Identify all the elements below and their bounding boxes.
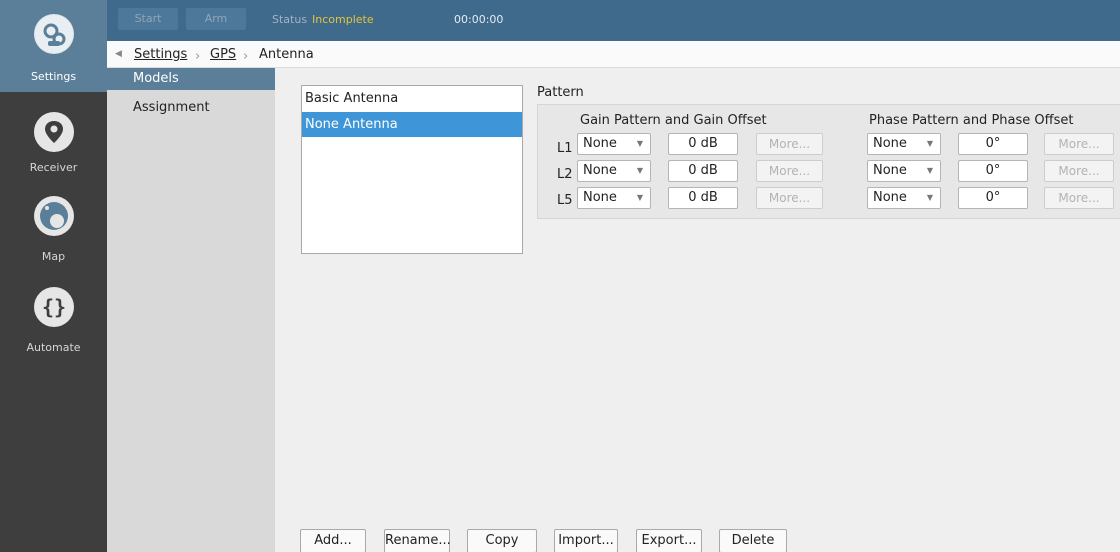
copy-button[interactable]: Copy (467, 529, 537, 552)
gain-offset-field[interactable]: 0 dB (668, 133, 738, 155)
chevron-down-icon: ▼ (926, 139, 933, 148)
phase-offset-field[interactable]: 0° (958, 187, 1028, 209)
phase-more-button[interactable]: More... (1044, 133, 1114, 155)
breadcrumb-settings[interactable]: Settings (134, 47, 187, 62)
gain-pattern-value: None (583, 190, 617, 205)
gain-pattern-value: None (583, 136, 617, 151)
chevron-down-icon: ▼ (636, 139, 643, 148)
phase-pattern-select[interactable]: None ▼ (867, 133, 941, 155)
chevron-down-icon: ▼ (636, 193, 643, 202)
row-label-l2: L2 (557, 167, 573, 182)
delete-button[interactable]: Delete (719, 529, 787, 552)
gain-more-button[interactable]: More... (756, 187, 823, 209)
phase-pattern-select[interactable]: None ▼ (867, 160, 941, 182)
submenu-models[interactable]: Models (107, 68, 275, 90)
nav-map[interactable]: Map (0, 194, 107, 274)
breadcrumb-gps[interactable]: GPS (210, 47, 236, 62)
status-value: Incomplete (312, 13, 374, 26)
nav-map-label: Map (41, 250, 66, 263)
gain-header: Gain Pattern and Gain Offset (580, 113, 767, 128)
phase-offset-field[interactable]: 0° (958, 133, 1028, 155)
submenu-assignment[interactable]: Assignment (107, 96, 275, 120)
chevron-down-icon: ▼ (926, 166, 933, 175)
add-button[interactable]: Add... (300, 529, 366, 552)
gain-offset-field[interactable]: 0 dB (668, 187, 738, 209)
list-item[interactable]: Basic Antenna (302, 86, 522, 111)
phase-more-button[interactable]: More... (1044, 187, 1114, 209)
gear-icon (34, 14, 74, 54)
list-item[interactable]: None Antenna (302, 112, 522, 137)
phase-offset-field[interactable]: 0° (958, 160, 1028, 182)
phase-pattern-value: None (873, 190, 907, 205)
nav-settings-label: Settings (30, 70, 77, 83)
chevron-down-icon: ▼ (926, 193, 933, 202)
back-arrow-icon[interactable]: ◀ (115, 49, 122, 59)
nav-settings[interactable]: Settings (0, 0, 107, 92)
gain-pattern-value: None (583, 163, 617, 178)
status-label: Status (272, 13, 308, 26)
export-button[interactable]: Export... (636, 529, 702, 552)
timer: 00:00:00 (454, 13, 504, 26)
left-navigation: Settings Receiver Map {} Automate (0, 0, 107, 552)
gain-offset-field[interactable]: 0 dB (668, 160, 738, 182)
arm-button[interactable]: Arm (186, 8, 246, 30)
chevron-down-icon: ▼ (636, 166, 643, 175)
globe-icon (34, 196, 74, 236)
start-button[interactable]: Start (118, 8, 178, 30)
settings-submenu: Models Assignment (107, 68, 275, 552)
gain-pattern-select[interactable]: None ▼ (577, 187, 651, 209)
antenna-list[interactable]: Basic Antenna None Antenna (301, 85, 523, 254)
import-button[interactable]: Import... (554, 529, 618, 552)
top-toolbar: Start Arm Status Incomplete 00:00:00 (107, 0, 1120, 41)
gain-pattern-select[interactable]: None ▼ (577, 160, 651, 182)
phase-pattern-value: None (873, 136, 907, 151)
phase-pattern-value: None (873, 163, 907, 178)
gain-more-button[interactable]: More... (756, 133, 823, 155)
gain-pattern-select[interactable]: None ▼ (577, 133, 651, 155)
nav-automate[interactable]: {} Automate (0, 285, 107, 365)
svg-text:{}: {} (42, 295, 66, 319)
gain-more-button[interactable]: More... (756, 160, 823, 182)
row-label-l5: L5 (557, 193, 573, 208)
location-pin-icon (34, 112, 74, 152)
braces-icon: {} (34, 287, 74, 327)
rename-button[interactable]: Rename... (384, 529, 451, 552)
phase-more-button[interactable]: More... (1044, 160, 1114, 182)
nav-receiver[interactable]: Receiver (0, 104, 107, 184)
chevron-right-icon: › (243, 49, 249, 64)
chevron-right-icon: › (195, 49, 201, 64)
phase-pattern-select[interactable]: None ▼ (867, 187, 941, 209)
pattern-title: Pattern (537, 85, 584, 100)
row-label-l1: L1 (557, 141, 573, 156)
breadcrumb-antenna: Antenna (259, 47, 314, 62)
breadcrumb: ◀ Settings › GPS › Antenna (107, 41, 1120, 68)
nav-automate-label: Automate (26, 341, 81, 354)
phase-header: Phase Pattern and Phase Offset (869, 113, 1074, 128)
nav-receiver-label: Receiver (29, 161, 78, 174)
